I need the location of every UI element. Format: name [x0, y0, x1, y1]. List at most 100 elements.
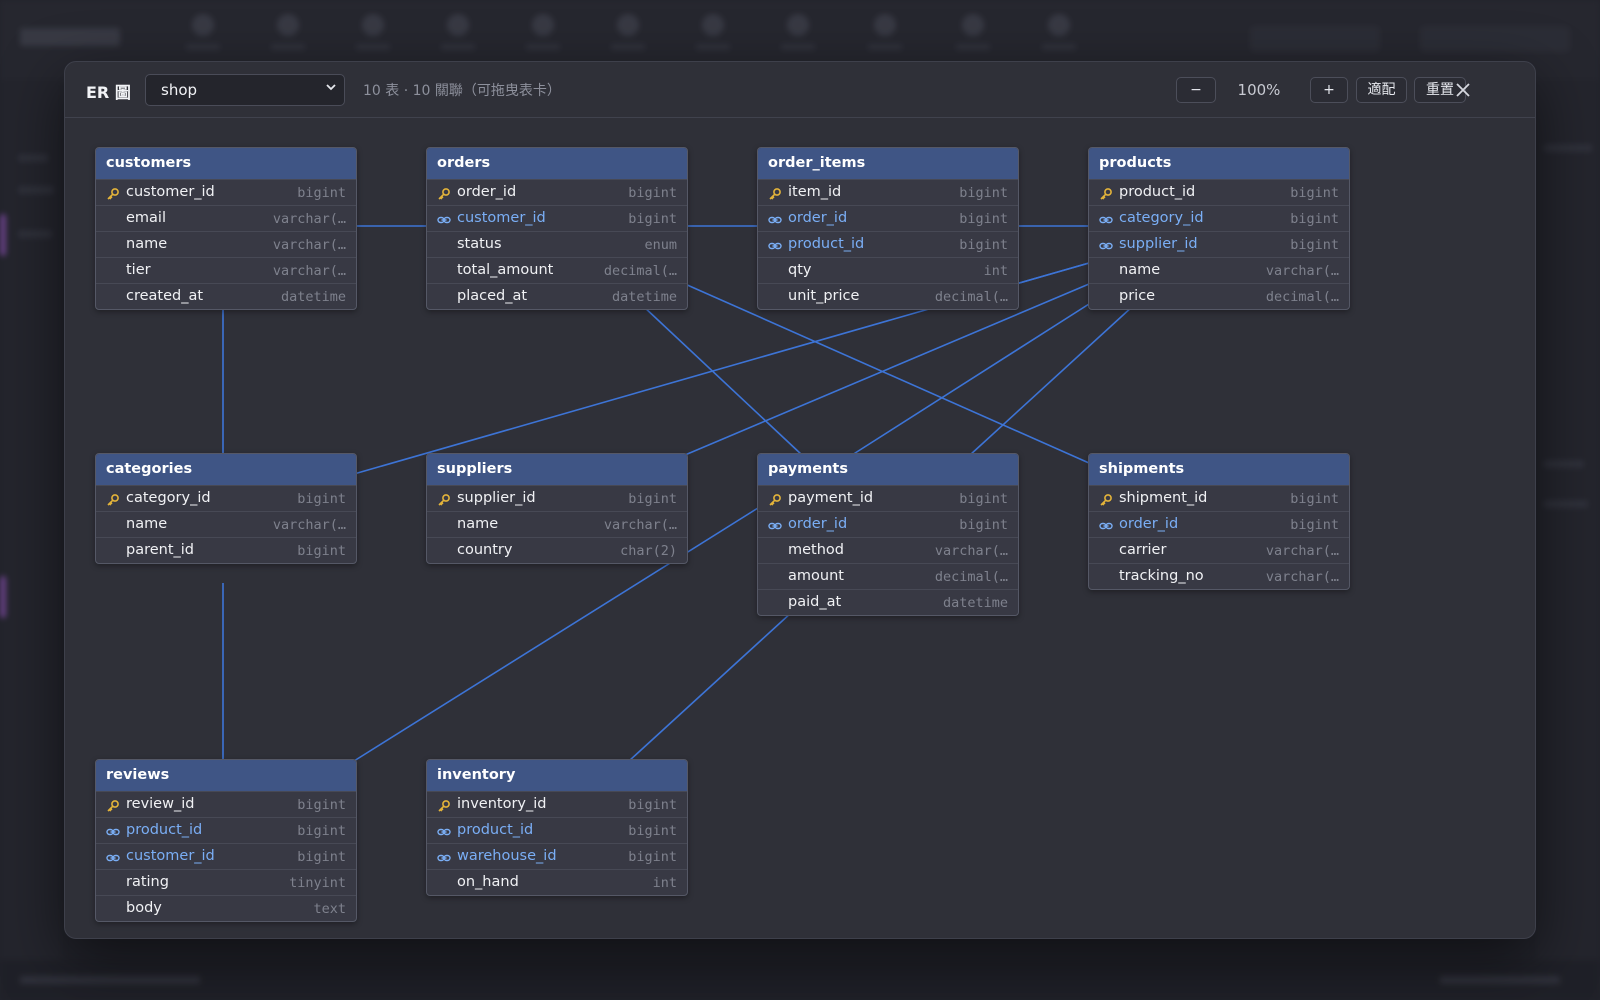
- column-type: varchar(…: [1265, 569, 1339, 585]
- column-row: on_hand int: [427, 869, 687, 895]
- foreign-key-link-icon: [1099, 212, 1113, 226]
- column-name: created_at: [126, 288, 204, 304]
- column-row: order_id bigint: [427, 179, 687, 205]
- column-type: varchar(…: [1265, 263, 1339, 279]
- column-row: customer_id bigint: [96, 843, 356, 869]
- background-pill: [1250, 26, 1380, 52]
- column-type: bigint: [1290, 491, 1339, 507]
- fit-button[interactable]: 適配: [1356, 77, 1407, 103]
- primary-key-icon: [437, 492, 451, 506]
- background-tool: [775, 14, 821, 60]
- table-card-shipments[interactable]: shipments shipment_id bigint order_id bigint…: [1088, 453, 1350, 590]
- primary-key-icon: [106, 186, 120, 200]
- diagram-canvas[interactable]: customers customer_id bigint email varchar(……: [65, 118, 1535, 938]
- column-row: total_amount decimal(…: [427, 257, 687, 283]
- table-card-suppliers[interactable]: suppliers supplier_id bigint name varchar(… c…: [426, 453, 688, 564]
- column-name: method: [788, 542, 844, 558]
- column-row: paid_at datetime: [758, 589, 1018, 615]
- table-card-categories[interactable]: categories category_id bigint name varchar(……: [95, 453, 357, 564]
- column-row: product_id bigint: [1089, 179, 1349, 205]
- column-row: name varchar(…: [1089, 257, 1349, 283]
- table-name[interactable]: suppliers: [427, 454, 687, 485]
- background-tool: [265, 14, 311, 60]
- background-accent: [0, 576, 6, 618]
- column-type: datetime: [611, 289, 677, 305]
- table-name[interactable]: payments: [758, 454, 1018, 485]
- primary-key-icon: [768, 186, 782, 200]
- column-name: total_amount: [457, 262, 554, 278]
- diagram-summary: 10 表 · 10 關聯（可拖曳表卡）: [363, 83, 561, 99]
- column-type: decimal(…: [603, 263, 677, 279]
- column-type: bigint: [628, 823, 677, 839]
- column-row: parent_id bigint: [96, 537, 356, 563]
- primary-key-icon: [106, 492, 120, 506]
- column-name: supplier_id: [1119, 236, 1198, 252]
- column-name: parent_id: [126, 542, 195, 558]
- column-type: bigint: [297, 491, 346, 507]
- foreign-key-link-icon: [437, 212, 451, 226]
- database-select[interactable]: shop: [145, 74, 345, 106]
- table-name[interactable]: reviews: [96, 760, 356, 791]
- table-card-inventory[interactable]: inventory inventory_id bigint product_id big…: [426, 759, 688, 896]
- column-name: on_hand: [457, 874, 519, 890]
- zoom-out-button[interactable]: −: [1176, 77, 1216, 103]
- column-name: name: [126, 516, 168, 532]
- column-type: char(2): [620, 543, 677, 559]
- column-row: rating tinyint: [96, 869, 356, 895]
- zoom-level: 100%: [1237, 81, 1281, 99]
- table-card-order-items[interactable]: order_items item_id bigint order_id bigint pr…: [757, 147, 1019, 310]
- table-name[interactable]: shipments: [1089, 454, 1349, 485]
- column-name: warehouse_id: [457, 848, 557, 864]
- column-row: name varchar(…: [96, 231, 356, 257]
- close-icon[interactable]: [1451, 78, 1475, 102]
- background-line: [1440, 976, 1560, 984]
- foreign-key-link-icon: [768, 212, 782, 226]
- table-card-orders[interactable]: orders order_id bigint customer_id bigint sta…: [426, 147, 688, 310]
- column-name: item_id: [788, 184, 842, 200]
- relation-line: [642, 305, 803, 456]
- table-card-reviews[interactable]: reviews review_id bigint product_id bigint cu…: [95, 759, 357, 922]
- background-pill: [1420, 26, 1570, 52]
- column-type: bigint: [959, 237, 1008, 253]
- column-name: category_id: [126, 490, 211, 506]
- table-name[interactable]: categories: [96, 454, 356, 485]
- foreign-key-link-icon: [106, 850, 120, 864]
- table-card-products[interactable]: products product_id bigint category_id bigin…: [1088, 147, 1350, 310]
- column-type: decimal(…: [1265, 289, 1339, 305]
- table-name[interactable]: inventory: [427, 760, 687, 791]
- column-type: bigint: [628, 797, 677, 813]
- column-name: customer_id: [126, 848, 215, 864]
- column-name: order_id: [457, 184, 517, 200]
- table-name[interactable]: products: [1089, 148, 1349, 179]
- column-name: amount: [788, 568, 844, 584]
- column-name: qty: [788, 262, 812, 278]
- table-card-payments[interactable]: payments payment_id bigint order_id bigint me…: [757, 453, 1019, 616]
- column-name: product_id: [1119, 184, 1196, 200]
- column-type: bigint: [297, 543, 346, 559]
- column-row: product_id bigint: [758, 231, 1018, 257]
- column-row: supplier_id bigint: [427, 485, 687, 511]
- column-type: text: [313, 901, 346, 917]
- column-type: varchar(…: [272, 263, 346, 279]
- column-row: amount decimal(…: [758, 563, 1018, 589]
- primary-key-icon: [1099, 492, 1113, 506]
- background-tool: [350, 14, 396, 60]
- column-row: category_id bigint: [1089, 205, 1349, 231]
- table-name[interactable]: customers: [96, 148, 356, 179]
- column-name: name: [126, 236, 168, 252]
- column-type: bigint: [959, 517, 1008, 533]
- column-name: name: [457, 516, 499, 532]
- column-row: product_id bigint: [427, 817, 687, 843]
- background-tool: [520, 14, 566, 60]
- column-row: payment_id bigint: [758, 485, 1018, 511]
- column-type: bigint: [1290, 237, 1339, 253]
- column-type: varchar(…: [603, 517, 677, 533]
- column-row: body text: [96, 895, 356, 921]
- zoom-in-button[interactable]: +: [1310, 77, 1348, 103]
- column-row: created_at datetime: [96, 283, 356, 309]
- table-card-customers[interactable]: customers customer_id bigint email varchar(……: [95, 147, 357, 310]
- column-name: customer_id: [457, 210, 546, 226]
- table-name[interactable]: order_items: [758, 148, 1018, 179]
- table-name[interactable]: orders: [427, 148, 687, 179]
- foreign-key-link-icon: [437, 850, 451, 864]
